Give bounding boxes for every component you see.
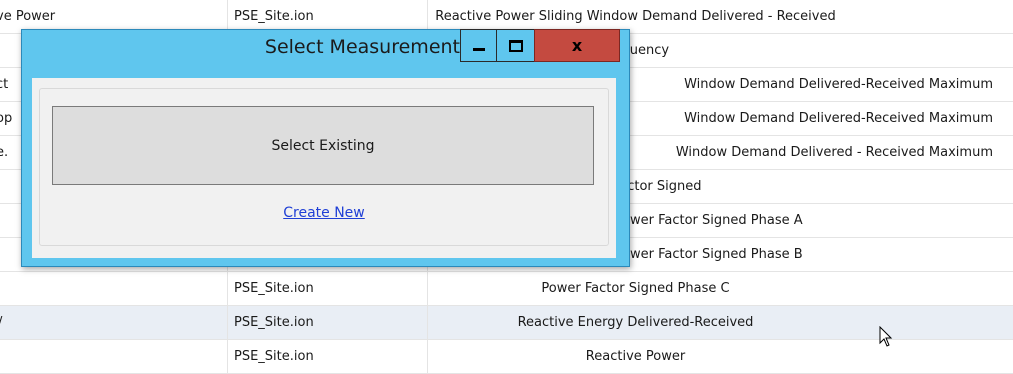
table-cell-name: /	[0, 306, 227, 339]
table-cell-source: PSE_Site.ion	[227, 306, 427, 339]
table-cell-measurement: Reactive Energy Delivered-Received	[427, 306, 1013, 339]
close-button[interactable]: x	[534, 29, 620, 62]
select-measurement-dialog[interactable]: Select Measurement x Select Existing Cre…	[21, 29, 630, 267]
table-row[interactable]: PSE_Site.ion Reactive Power	[0, 340, 1013, 374]
mouse-pointer-icon	[879, 326, 893, 347]
table-cell-source: PSE_Site.ion	[227, 340, 427, 373]
maximize-icon	[508, 39, 523, 52]
minimize-icon	[472, 48, 485, 51]
create-new-link[interactable]: Create New	[40, 205, 608, 221]
table-cell-name	[0, 272, 227, 305]
table-cell-measurement: Power Factor Signed Phase C	[427, 272, 1013, 305]
dialog-title: Select Measurement	[264, 36, 460, 58]
minimize-button[interactable]	[460, 29, 497, 62]
table-cell-measurement: Reactive Power	[427, 340, 1013, 373]
dialog-client-area: Select Existing Create New	[32, 78, 616, 258]
table-row[interactable]: PSE_Site.ion Power Factor Signed Phase C	[0, 272, 1013, 306]
select-existing-button[interactable]: Select Existing	[52, 106, 594, 185]
maximize-button[interactable]	[496, 29, 535, 62]
table-row[interactable]: / PSE_Site.ion Reactive Energy Delivered…	[0, 306, 1013, 340]
options-group: Select Existing Create New	[39, 88, 609, 246]
close-icon: x	[571, 36, 583, 55]
table-cell-source: PSE_Site.ion	[227, 272, 427, 305]
table-cell-name	[0, 340, 227, 373]
